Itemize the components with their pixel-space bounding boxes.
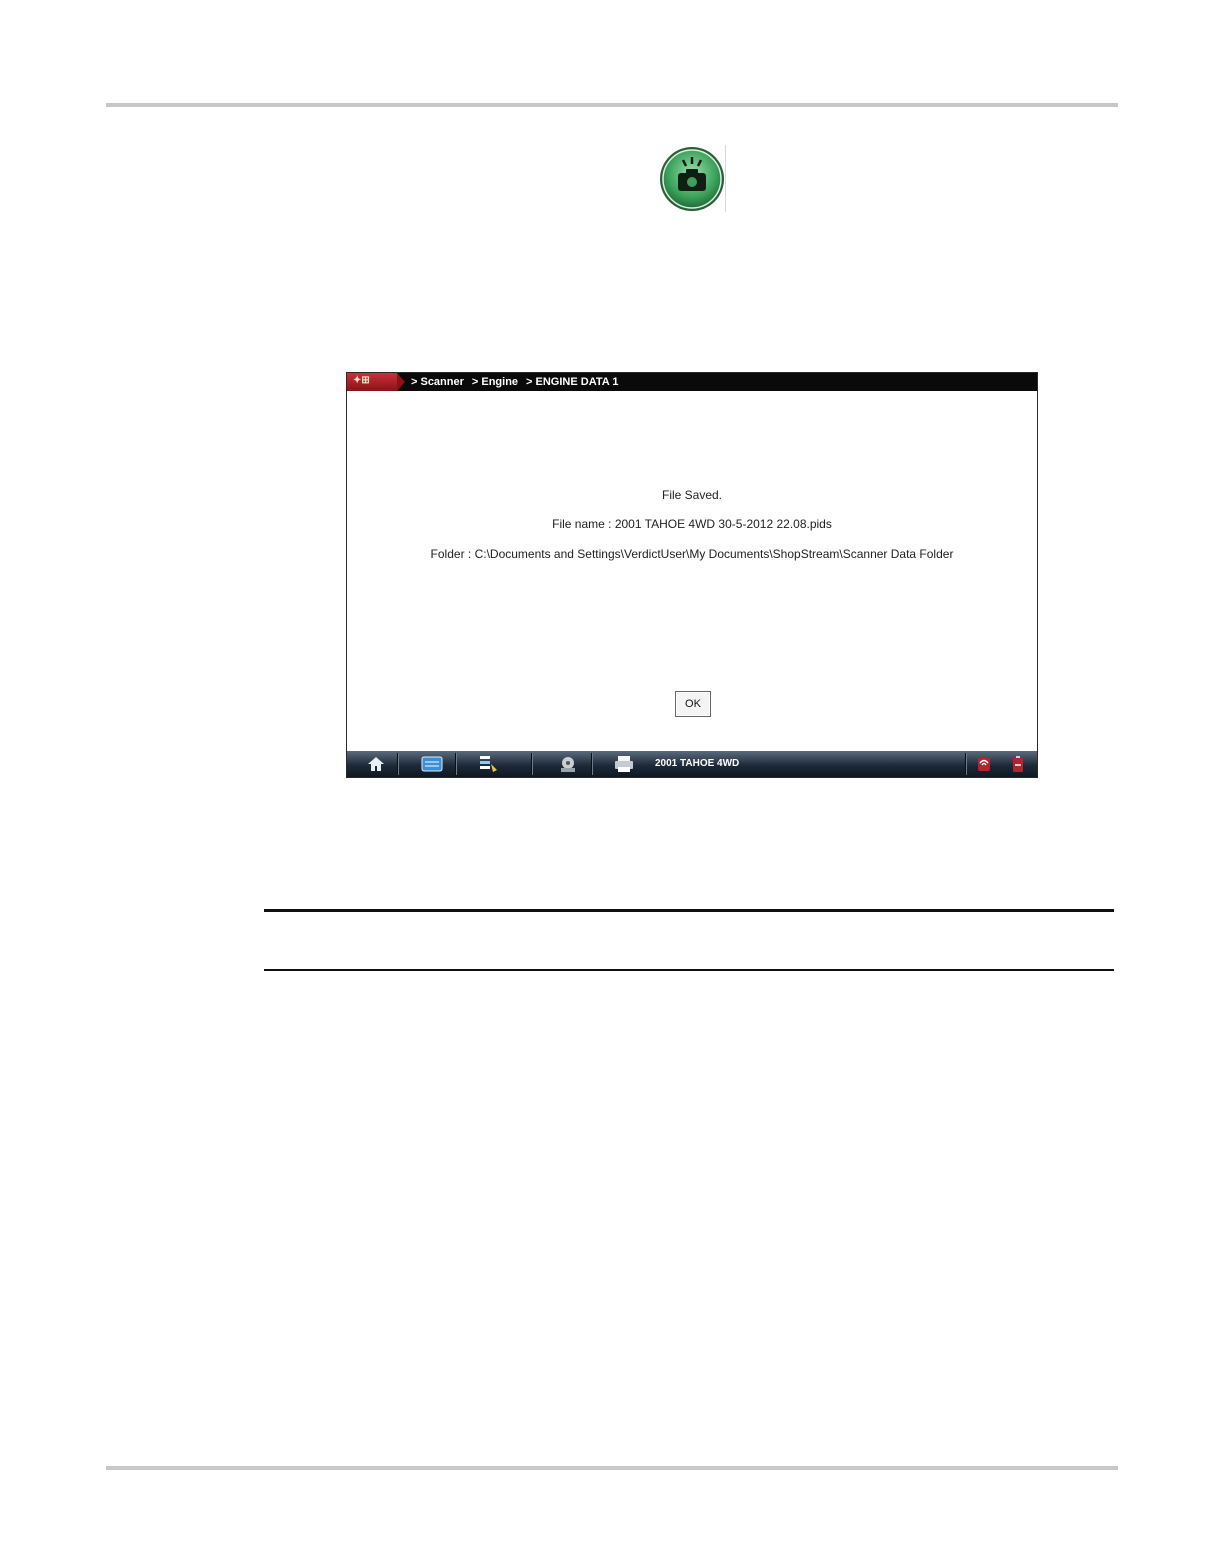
battery-icon[interactable] bbox=[1003, 754, 1033, 774]
breadcrumb-engine[interactable]: > Engine bbox=[472, 376, 518, 388]
icon-divider bbox=[725, 145, 726, 212]
save-data-icon[interactable] bbox=[473, 754, 503, 774]
file-saved-message: File Saved. bbox=[661, 488, 723, 502]
scanner-screenshot: ✦⊞ > Scanner > Engine > ENGINE DATA 1 Fi… bbox=[346, 372, 1038, 778]
note-bottom-rule bbox=[264, 969, 1114, 971]
taskbar-separator bbox=[397, 753, 399, 775]
taskbar-separator bbox=[965, 753, 967, 775]
note-top-rule bbox=[264, 909, 1114, 912]
vehicle-label: 2001 TAHOE 4WD bbox=[655, 758, 740, 769]
print-icon[interactable] bbox=[609, 754, 639, 774]
ok-button[interactable]: OK bbox=[675, 691, 711, 717]
brand-logo: ✦⊞ bbox=[347, 373, 405, 391]
connection-icon[interactable] bbox=[969, 754, 999, 774]
taskbar: 2001 TAHOE 4WD bbox=[347, 751, 1037, 777]
camera-icon bbox=[658, 145, 726, 213]
vehicle-icon[interactable] bbox=[553, 754, 583, 774]
taskbar-separator bbox=[591, 753, 593, 775]
breadcrumb-engine-data[interactable]: > ENGINE DATA 1 bbox=[526, 376, 618, 388]
page-header-rule bbox=[106, 103, 1118, 107]
scanner-icon[interactable] bbox=[417, 754, 447, 774]
file-name-text: File name : 2001 TAHOE 4WD 30-5-2012 22.… bbox=[552, 517, 832, 531]
taskbar-separator bbox=[531, 753, 533, 775]
home-icon[interactable] bbox=[361, 754, 391, 774]
breadcrumb-scanner[interactable]: > Scanner bbox=[411, 376, 464, 388]
taskbar-separator bbox=[455, 753, 457, 775]
title-bar: ✦⊞ > Scanner > Engine > ENGINE DATA 1 bbox=[347, 373, 1037, 391]
page-footer-rule bbox=[106, 1466, 1118, 1470]
folder-path-text: Folder : C:\Documents and Settings\Verdi… bbox=[430, 547, 954, 561]
